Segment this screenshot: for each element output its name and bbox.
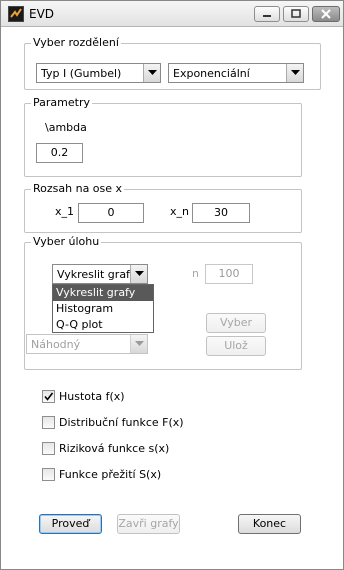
distribution-family-select[interactable]: Exponenciální [168, 63, 304, 83]
evd-window: EVD Vyber rozdělení Typ I (Gumbel) Expon… [0, 0, 344, 570]
n-field[interactable]: 100 [205, 264, 253, 284]
x-range-legend: Rozsah na ose x [31, 182, 125, 196]
checkbox-box[interactable] [42, 390, 55, 403]
distribution-type-select[interactable]: Typ I (Gumbel) [36, 63, 161, 83]
xn-label: x_n [170, 205, 189, 218]
close-icon [321, 9, 331, 19]
title-bar: EVD [1, 1, 343, 27]
distribution-legend: Vyber rozdělení [31, 36, 121, 50]
checkmark-icon [44, 392, 54, 401]
close-window-button[interactable] [312, 6, 340, 22]
xn-field[interactable]: 30 [192, 203, 250, 223]
minimize-button[interactable] [254, 6, 280, 22]
chevron-down-icon [130, 265, 147, 283]
checkbox-box[interactable] [42, 468, 55, 481]
lambda-label: \ambda [45, 121, 87, 134]
sample-type-value: Náhodný [31, 338, 81, 351]
checkbox-label: Riziková funkce s(x) [59, 442, 170, 455]
dropdown-option-plot-graphs[interactable]: Vykreslit grafy [53, 285, 153, 301]
sample-type-select[interactable]: Náhodný [26, 334, 148, 354]
close-graphs-button[interactable]: Zavři grafy [117, 514, 180, 534]
n-label: n [192, 267, 199, 280]
maximize-icon [291, 9, 301, 18]
chevron-down-icon [286, 64, 303, 82]
task-select-value: Vykreslit grafy [57, 268, 137, 281]
choose-button[interactable]: Vyber [206, 313, 266, 333]
x1-label: x_1 [55, 205, 75, 218]
checkbox-box[interactable] [42, 442, 55, 455]
run-button[interactable]: Proveď [39, 514, 102, 534]
save-button[interactable]: Ulož [206, 336, 266, 356]
checkbox-label: Distribuční funkce F(x) [59, 416, 184, 429]
maximize-button[interactable] [283, 6, 309, 22]
parameters-group: Parametry [24, 96, 302, 177]
x1-field[interactable]: 0 [78, 203, 144, 223]
checkbox-box[interactable] [42, 416, 55, 429]
matlab-app-icon [8, 6, 24, 22]
distribution-family-value: Exponenciální [173, 67, 250, 80]
lambda-field[interactable]: 0.2 [36, 143, 83, 163]
chevron-down-icon [130, 335, 147, 353]
parameters-legend: Parametry [31, 96, 92, 110]
dropdown-option-qq-plot[interactable]: Q-Q plot [53, 317, 153, 333]
task-legend: Vyber úlohu [31, 235, 102, 249]
checkbox-label: Funkce přežití S(x) [59, 468, 162, 481]
distribution-type-value: Typ I (Gumbel) [41, 67, 122, 80]
checkbox-label: Hustota f(x) [59, 390, 125, 403]
dropdown-option-histogram[interactable]: Histogram [53, 301, 153, 317]
task-select[interactable]: Vykreslit grafy [52, 264, 148, 284]
task-dropdown-list: Vykreslit grafy Histogram Q-Q plot [52, 284, 154, 333]
end-button[interactable]: Konec [238, 514, 301, 534]
chevron-down-icon [143, 64, 160, 82]
minimize-icon [263, 15, 271, 17]
window-title: EVD [29, 7, 55, 21]
